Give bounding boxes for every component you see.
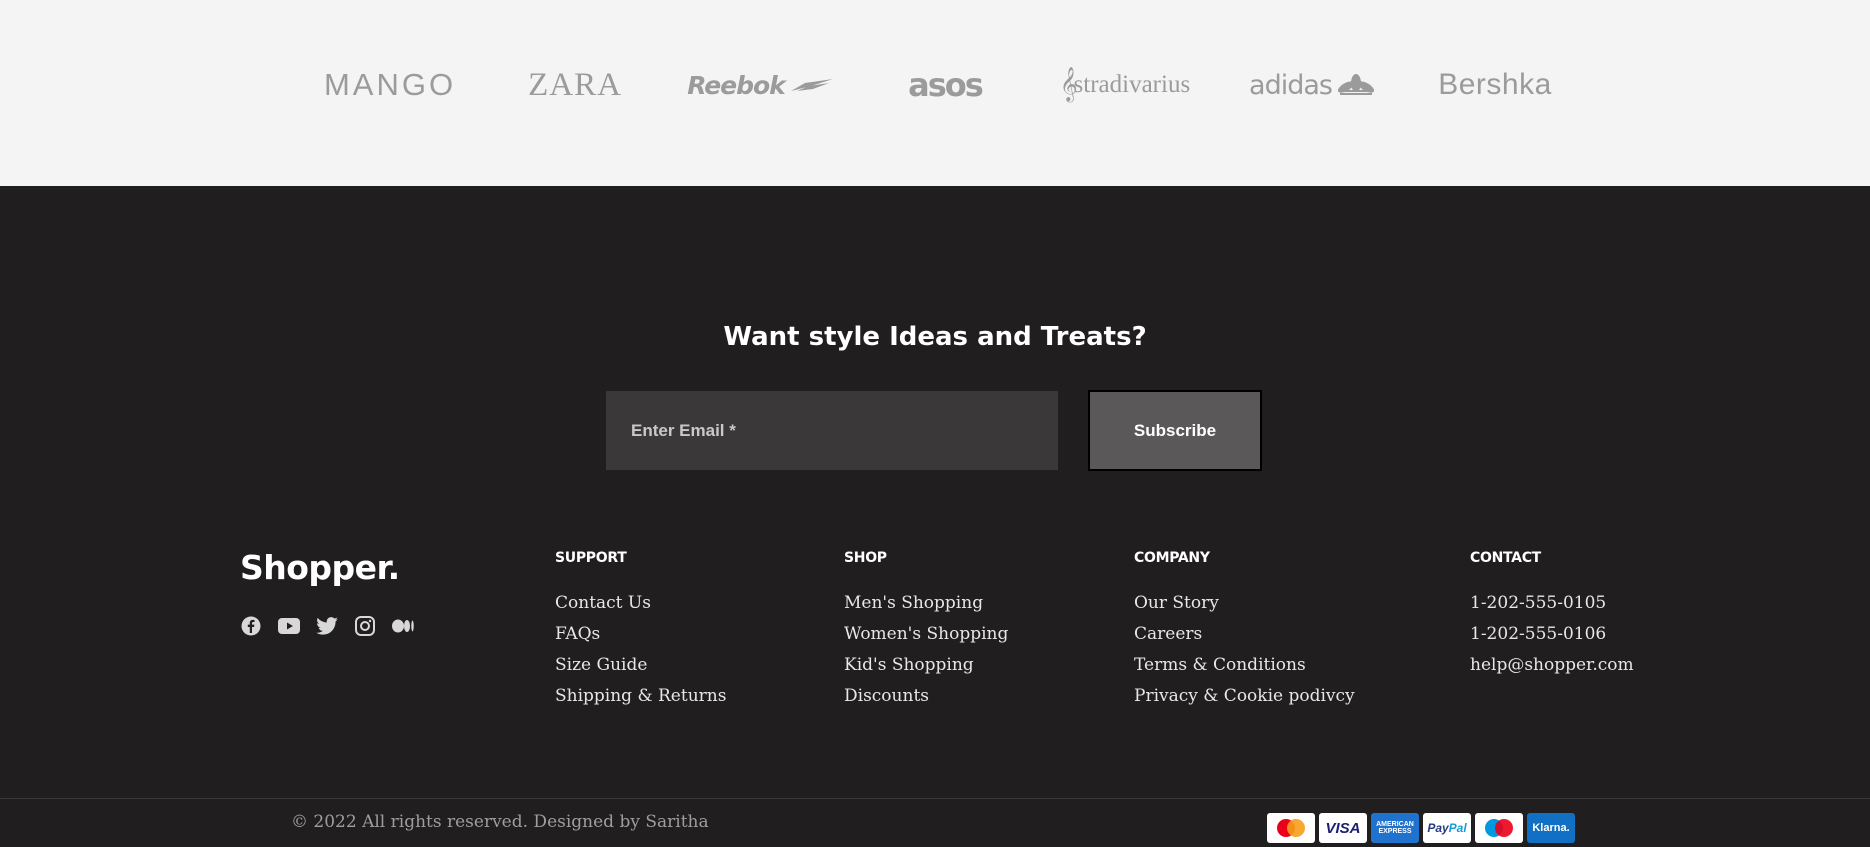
brand-name: ZARA — [528, 66, 622, 103]
column-title: SHOP — [844, 550, 887, 566]
paypal-label-b: Pal — [1448, 821, 1467, 835]
footer-link-size-guide[interactable]: Size Guide — [555, 650, 726, 681]
newsletter-title: Want style Ideas and Treats? — [723, 322, 1147, 352]
footer-link-our-story[interactable]: Our Story — [1134, 588, 1355, 619]
amex-icon: AMERICAN EXPRESS — [1371, 813, 1419, 843]
social-links — [240, 615, 414, 637]
visa-icon: VISA — [1319, 813, 1367, 843]
footer-link-email[interactable]: help@shopper.com — [1470, 650, 1634, 681]
footer-link-womens-shopping[interactable]: Women's Shopping — [844, 619, 1008, 650]
footer-logo[interactable]: Shopper. — [240, 548, 400, 587]
footer-link-terms-conditions[interactable]: Terms & Conditions — [1134, 650, 1355, 681]
footer-link-careers[interactable]: Careers — [1134, 619, 1355, 650]
facebook-icon[interactable] — [240, 615, 262, 637]
medium-icon[interactable] — [392, 615, 414, 637]
brand-logo-reebok: Reebok — [680, 60, 840, 110]
brand-name: MANGO — [323, 67, 457, 102]
footer-link-privacy-cookie-policy[interactable]: Privacy & Cookie podivcy — [1134, 681, 1355, 712]
column-title: CONTACT — [1470, 550, 1541, 566]
footer-link-phone-2[interactable]: 1-202-555-0106 — [1470, 619, 1634, 650]
payment-methods: VISA AMERICAN EXPRESS Pay Pal Klarna. — [1267, 813, 1575, 843]
amex-label: AMERICAN EXPRESS — [1376, 821, 1414, 835]
twitter-icon[interactable] — [316, 615, 338, 637]
brand-logo-adidas: adidas — [1235, 60, 1390, 110]
subscribe-button[interactable]: Subscribe — [1088, 390, 1262, 471]
instagram-icon[interactable] — [354, 615, 376, 637]
footer-column-shop: SHOP Men's Shopping Women's Shopping Kid… — [844, 550, 1008, 712]
brand-strip: MANGO ZARA Reebok asos 𝄞 stradivarius ad… — [0, 0, 1870, 186]
footer-link-mens-shopping[interactable]: Men's Shopping — [844, 588, 1008, 619]
mastercard-icon — [1267, 813, 1315, 843]
footer-column-company: COMPANY Our Story Careers Terms & Condit… — [1134, 550, 1355, 712]
reebok-vector-icon — [790, 79, 833, 91]
brand-logo-zara: ZARA — [515, 60, 635, 110]
footer-link-phone-1[interactable]: 1-202-555-0105 — [1470, 588, 1634, 619]
visa-label: VISA — [1325, 819, 1361, 837]
brand-name: Reebok — [687, 70, 786, 100]
footer-link-contact-us[interactable]: Contact Us — [555, 588, 726, 619]
brand-name: Bershka — [1438, 68, 1552, 101]
adidas-trefoil-icon — [1337, 74, 1375, 95]
footer-link-kids-shopping[interactable]: Kid's Shopping — [844, 650, 1008, 681]
footer-column-contact: CONTACT 1-202-555-0105 1-202-555-0106 he… — [1470, 550, 1634, 681]
footer-link-shipping-returns[interactable]: Shipping & Returns — [555, 681, 726, 712]
paypal-label-a: Pay — [1427, 821, 1449, 835]
brand-logo-stradivarius: 𝄞 stradivarius — [1050, 60, 1200, 110]
paypal-icon: Pay Pal — [1423, 813, 1471, 843]
brand-logo-bershka: Bershka — [1430, 60, 1560, 110]
footer-link-faqs[interactable]: FAQs — [555, 619, 726, 650]
column-title: SUPPORT — [555, 550, 627, 566]
maestro-icon — [1475, 813, 1523, 843]
brand-logo-mango: MANGO — [310, 60, 470, 110]
klarna-icon: Klarna. — [1527, 813, 1575, 843]
email-field[interactable] — [606, 391, 1058, 470]
footer-column-support: SUPPORT Contact Us FAQs Size Guide Shipp… — [555, 550, 726, 712]
brand-name: adidas — [1249, 69, 1333, 101]
brand-name: asos — [908, 66, 984, 104]
brand-name: stradivarius — [1073, 71, 1191, 98]
copyright-text: © 2022 All rights reserved. Designed by … — [291, 812, 709, 832]
klarna-label: Klarna. — [1532, 822, 1570, 834]
brand-logo-asos: asos — [885, 60, 1005, 110]
footer-link-discounts[interactable]: Discounts — [844, 681, 1008, 712]
column-title: COMPANY — [1134, 550, 1210, 566]
footer-divider — [0, 798, 1870, 799]
youtube-icon[interactable] — [278, 615, 300, 637]
